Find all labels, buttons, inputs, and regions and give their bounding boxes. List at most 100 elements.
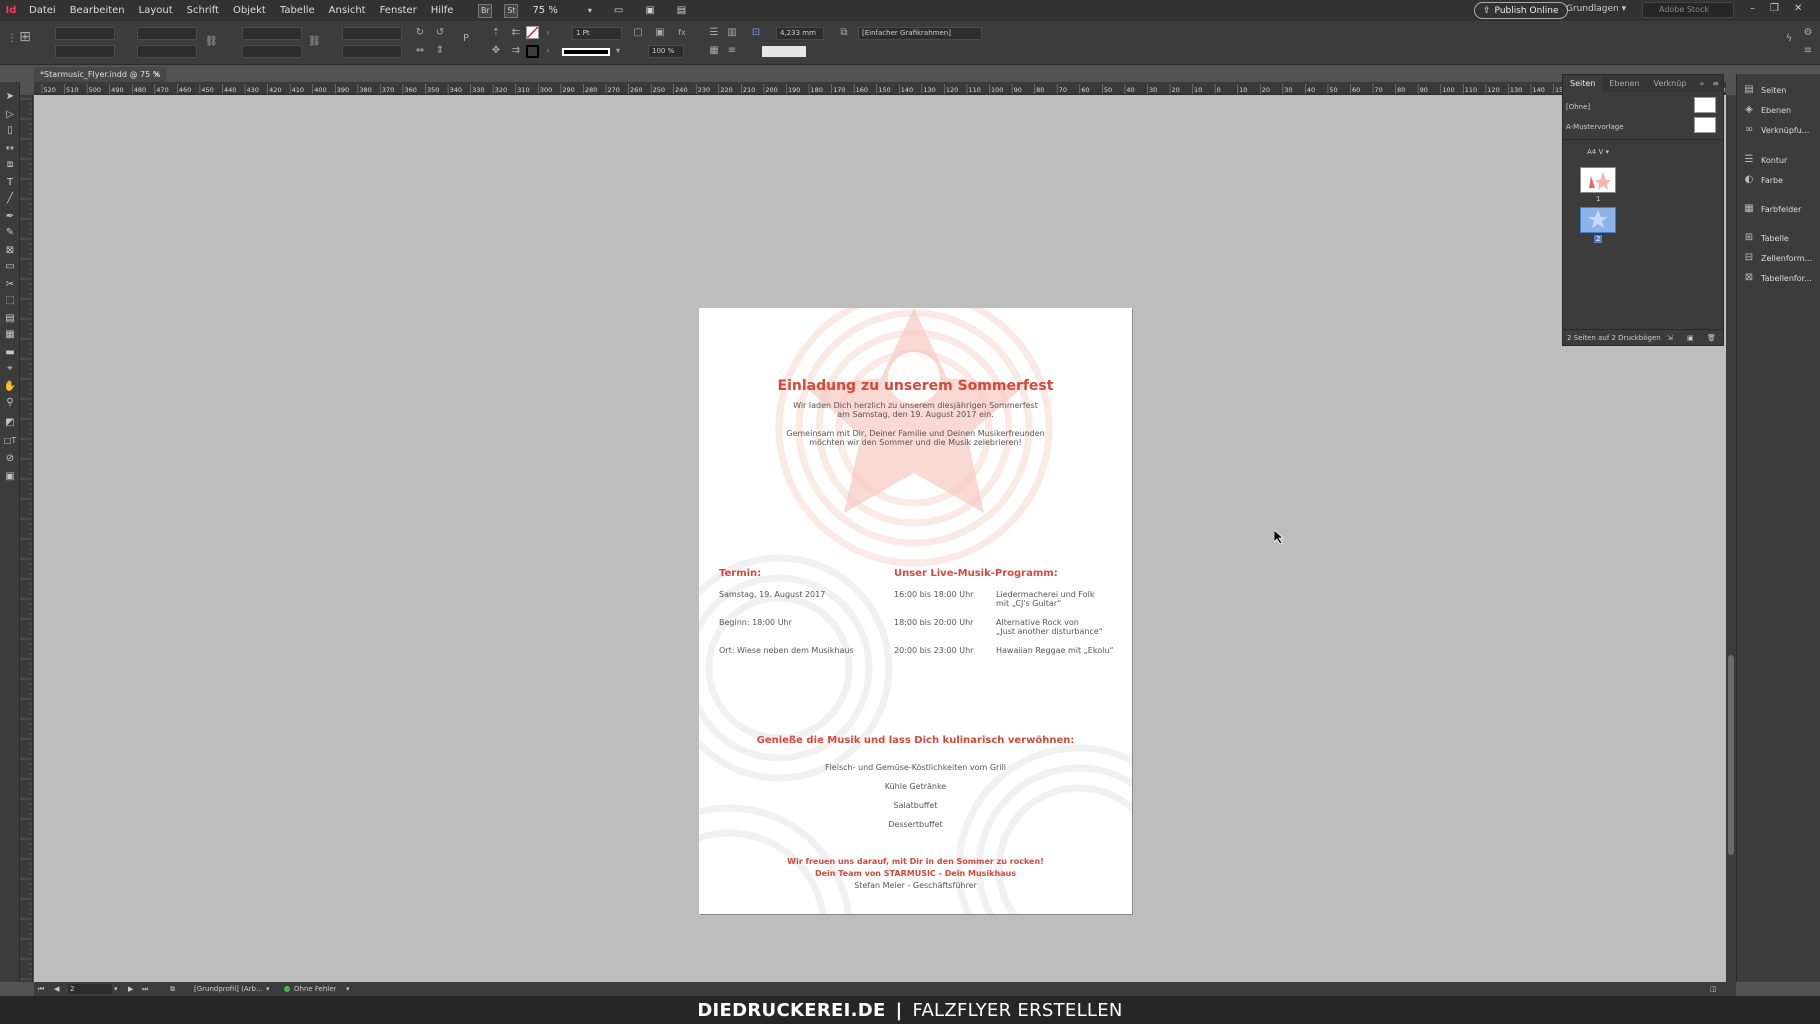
- tab-ebenen[interactable]: Ebenen: [1602, 79, 1646, 88]
- view-options-icon[interactable]: ▣: [645, 5, 654, 16]
- master-a-label[interactable]: A-Mustervorlage: [1566, 123, 1624, 131]
- flip-vertical-icon[interactable]: ⇕: [434, 45, 446, 57]
- horizontal-ruler[interactable]: 520 510 500 490 480 470 460 450 440 430 420 410 400 3…: [34, 82, 1726, 95]
- select-container-icon[interactable]: ⇡: [490, 27, 502, 39]
- text-wrap-icon[interactable]: ☰: [708, 27, 720, 39]
- menu-datei[interactable]: Datei: [22, 5, 63, 16]
- menu-bearbeiten[interactable]: Bearbeiten: [63, 5, 132, 16]
- apply-none-icon[interactable]: ⊘: [3, 452, 17, 466]
- new-page-icon[interactable]: ▣: [1687, 330, 1694, 346]
- fill-none-swatch[interactable]: [526, 26, 539, 39]
- chevron-down-icon[interactable]: ▾: [588, 6, 592, 15]
- measure-field[interactable]: 4,233 mm: [776, 27, 824, 40]
- vertical-scrollbar[interactable]: [1726, 95, 1736, 982]
- swatch-preview[interactable]: [762, 46, 806, 57]
- control-menu-icon[interactable]: ≡: [1802, 45, 1814, 57]
- lightning-icon[interactable]: ϟ: [1783, 33, 1795, 45]
- side-item-farbfelder[interactable]: ▦ Farbfelder: [1743, 201, 1820, 217]
- prev-page-icon[interactable]: ◀: [54, 982, 59, 996]
- menu-hilfe[interactable]: Hilfe: [424, 5, 461, 16]
- select-content-icon[interactable]: ✥: [490, 45, 502, 57]
- y-position-field[interactable]: [55, 45, 115, 58]
- profile-select[interactable]: [Grundprofil] (Arb...: [194, 982, 263, 996]
- master-a-thumb[interactable]: [1694, 117, 1716, 133]
- publish-online-button[interactable]: ⇪ Publish Online: [1474, 2, 1568, 19]
- select-previous-icon[interactable]: ⇇: [510, 27, 522, 39]
- wrap-around-icon[interactable]: ▥: [726, 27, 738, 39]
- p-icon[interactable]: P: [460, 33, 472, 45]
- object-style-icon[interactable]: ⧉: [838, 27, 850, 39]
- frame-fitting-icon[interactable]: ▢: [632, 27, 644, 39]
- master-none-thumb[interactable]: [1694, 97, 1716, 113]
- flip-horizontal-icon[interactable]: ⇔: [414, 45, 426, 57]
- opacity-field[interactable]: 100 %: [648, 45, 684, 58]
- stock-search-input[interactable]: Adobe Stock: [1642, 2, 1734, 18]
- restore-icon[interactable]: ❐: [1770, 3, 1779, 14]
- hand-tool-icon[interactable]: ✋: [3, 380, 17, 394]
- flyer-page[interactable]: Einladung zu unserem Sommerfest Wir lade…: [699, 308, 1132, 914]
- note-tool-icon[interactable]: ▬: [3, 346, 17, 360]
- object-style-select[interactable]: [Einfacher Grafikrahmen]: [858, 27, 982, 40]
- scrollbar-thumb[interactable]: [1728, 655, 1734, 855]
- close-tab-icon[interactable]: ×: [153, 67, 160, 82]
- free-transform-tool-icon[interactable]: ⬚: [3, 294, 17, 308]
- side-item-tabellenformate[interactable]: ⊠ Tabellenfor...: [1743, 270, 1820, 286]
- split-window-icon[interactable]: ◫: [1710, 982, 1717, 996]
- rotate-ccw-icon[interactable]: ↺: [434, 27, 446, 39]
- scale-x-field[interactable]: [242, 27, 302, 40]
- stroke-type-dropdown-icon[interactable]: ▾: [612, 45, 624, 57]
- page-tool-icon[interactable]: ▯: [3, 124, 17, 138]
- x-position-field[interactable]: [55, 27, 115, 40]
- stroke-swatch[interactable]: [526, 45, 539, 58]
- page-2-number[interactable]: 2: [1594, 235, 1603, 243]
- side-item-zellenformate[interactable]: ⊟ Zellenform...: [1743, 250, 1820, 266]
- menu-layout[interactable]: Layout: [132, 5, 180, 16]
- menu-schrift[interactable]: Schrift: [180, 5, 226, 16]
- edit-page-size-icon[interactable]: ⇲: [1667, 330, 1673, 346]
- tab-seiten[interactable]: Seiten: [1563, 75, 1603, 92]
- select-next-icon[interactable]: ⇉: [510, 45, 522, 57]
- close-window-icon[interactable]: ✕: [1794, 3, 1802, 14]
- width-field[interactable]: [137, 27, 197, 40]
- shear-field[interactable]: [342, 45, 402, 58]
- distribute-icon[interactable]: ≡: [726, 45, 738, 57]
- page-number-field[interactable]: 2: [68, 984, 112, 994]
- master-none-label[interactable]: [Ohne]: [1566, 103, 1590, 111]
- profile-dropdown-icon[interactable]: ▾: [266, 982, 270, 996]
- first-page-icon[interactable]: ⏮: [38, 982, 44, 996]
- fx-icon[interactable]: fx: [676, 27, 688, 39]
- vertical-ruler[interactable]: [20, 95, 33, 982]
- document-tab[interactable]: *Starmusic_Flyer.indd @ 75 % ×: [34, 67, 166, 82]
- auto-fit-icon[interactable]: ⊡: [750, 27, 762, 39]
- constrain-proportions-icon[interactable]: ⛓: [205, 36, 218, 48]
- stroke-type-preview[interactable]: [562, 48, 610, 56]
- scale-y-field[interactable]: [242, 45, 302, 58]
- page-dropdown-icon[interactable]: ▾: [114, 982, 118, 996]
- rectangle-tool-icon[interactable]: ▭: [3, 260, 17, 274]
- direct-selection-tool-icon[interactable]: ▷: [3, 108, 17, 122]
- pasteboard[interactable]: Einladung zu unserem Sommerfest Wir lade…: [34, 95, 1726, 982]
- scissors-tool-icon[interactable]: ✂: [3, 278, 17, 292]
- pencil-tool-icon[interactable]: ✎: [3, 226, 17, 240]
- menu-fenster[interactable]: Fenster: [373, 5, 424, 16]
- screen-mode-tool-icon[interactable]: ▣: [3, 470, 17, 484]
- selection-tool-icon[interactable]: ➤: [3, 90, 17, 104]
- rotate-cw-icon[interactable]: ↻: [414, 27, 426, 39]
- side-item-farbe[interactable]: ◐ Farbe: [1743, 172, 1820, 188]
- zoom-level[interactable]: 75 %: [532, 5, 557, 16]
- next-page-icon[interactable]: ▶: [128, 982, 133, 996]
- stroke-weight-field[interactable]: 1 Pt: [572, 27, 622, 40]
- panel-menu-icon[interactable]: ≡: [1708, 79, 1723, 88]
- side-item-kontur[interactable]: ☰ Kontur: [1743, 152, 1820, 168]
- page-size-select[interactable]: A4 V ▾: [1587, 148, 1609, 156]
- gap-tool-icon[interactable]: ↔: [3, 142, 17, 156]
- page-1-thumb[interactable]: [1580, 167, 1616, 193]
- open-document-icon[interactable]: ⧉: [170, 982, 175, 996]
- fill-arrow-icon[interactable]: ›: [542, 27, 554, 39]
- gradient-feather-tool-icon[interactable]: ▦: [3, 328, 17, 342]
- side-item-verknuepfungen[interactable]: ∞ Verknüpfu...: [1743, 122, 1820, 138]
- eyedropper-tool-icon[interactable]: ⌖: [3, 362, 17, 376]
- delete-page-icon[interactable]: 🗑: [1707, 330, 1716, 346]
- side-item-ebenen[interactable]: ◈ Ebenen: [1743, 102, 1820, 118]
- bridge-button[interactable]: Br: [478, 3, 493, 18]
